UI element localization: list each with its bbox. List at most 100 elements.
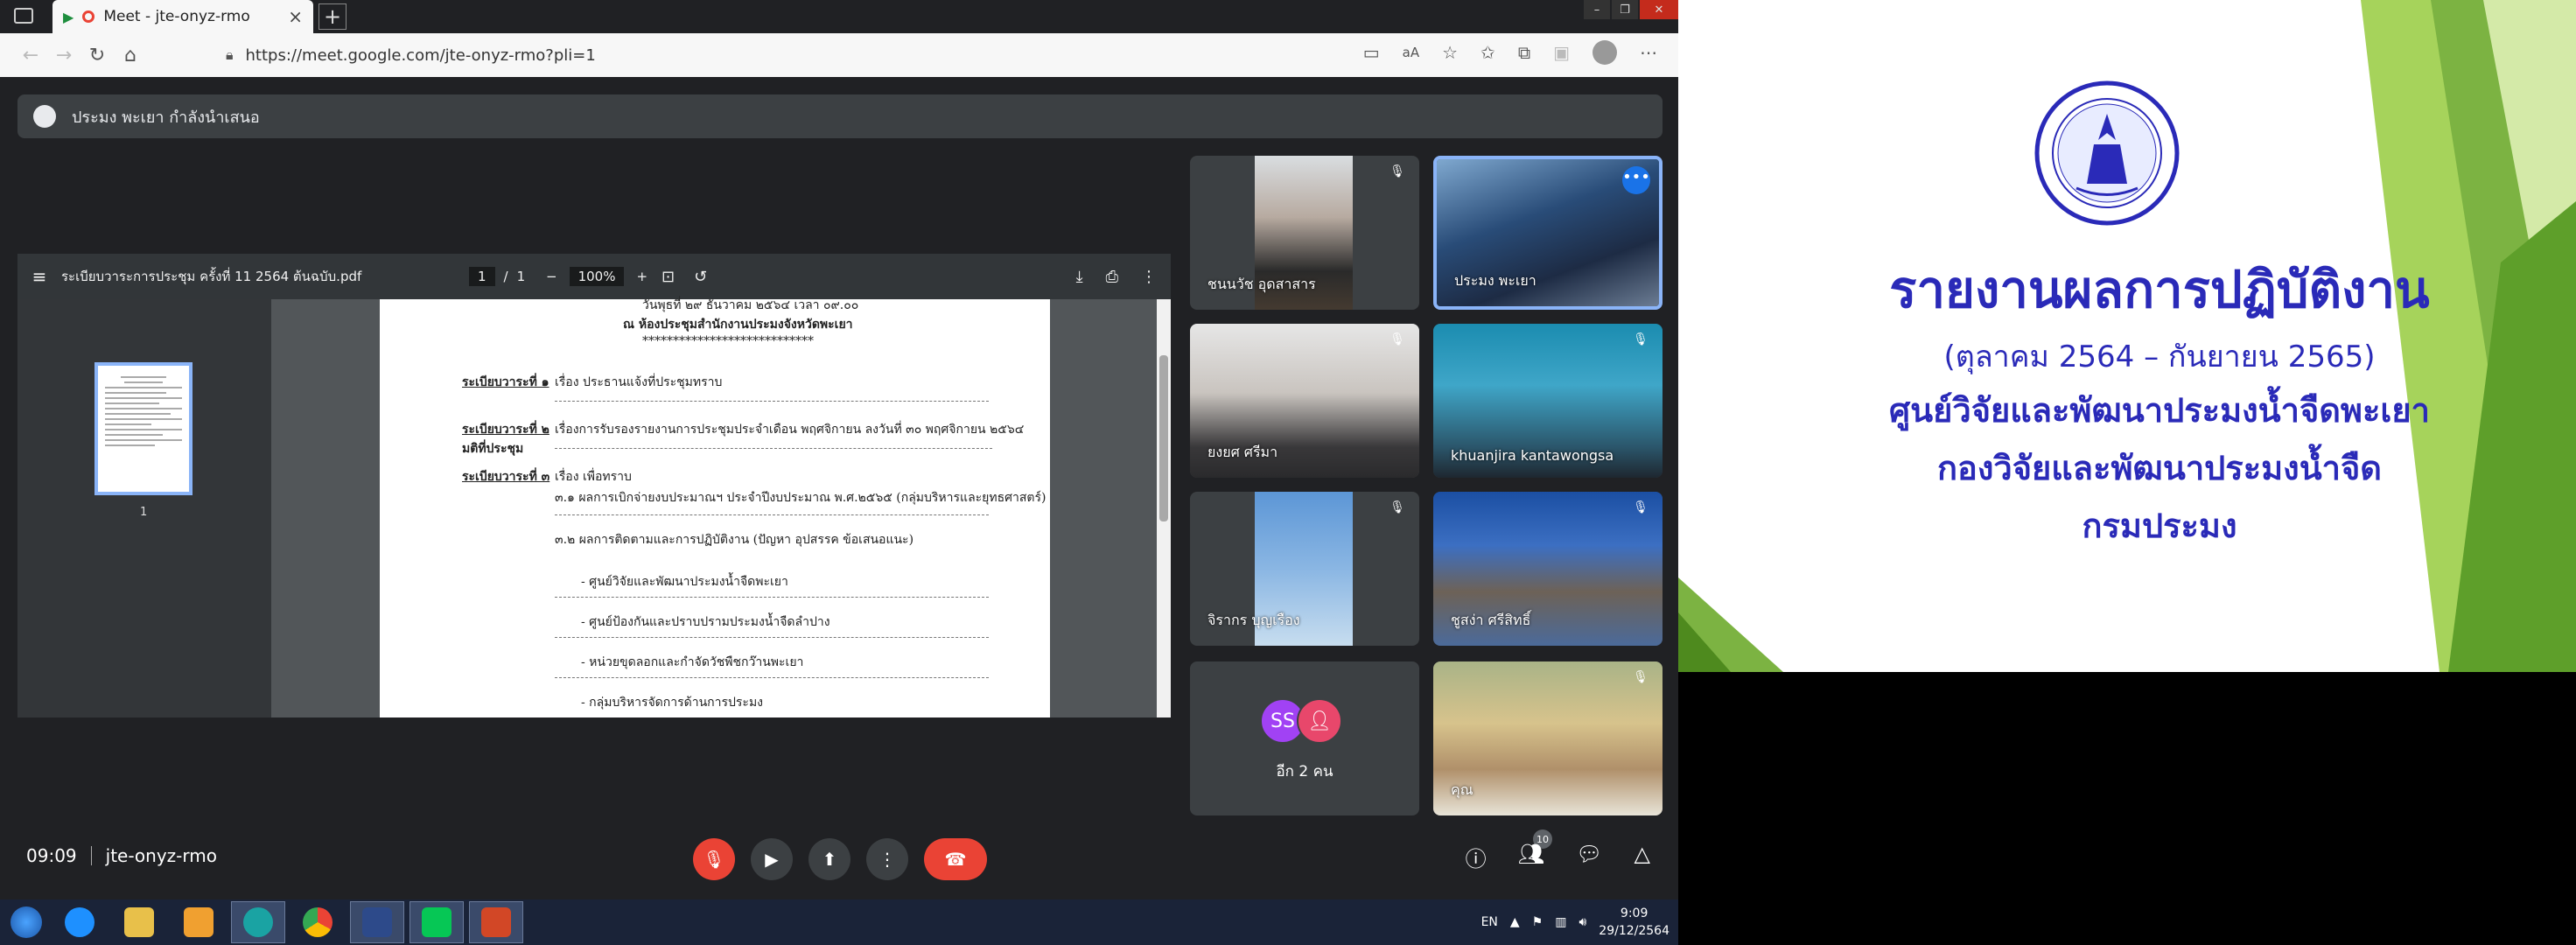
pdf-scrollbar[interactable] [1157,299,1171,718]
media-player-icon[interactable] [172,901,226,943]
doc-line: เรื่อง เพื่อทราบ [555,470,632,484]
line-icon[interactable] [410,901,464,943]
chat-icon[interactable]: 💬︎ [1576,842,1602,872]
volume-icon[interactable]: 🔊︎ [1578,915,1586,929]
tab-title: Meet - jte-onyz-rmo [103,8,250,25]
doc-line: ณ ห้องประชุมสำนักงานประมงจังหวัดพะเยา [623,318,853,332]
network-icon[interactable]: ▥ [1555,915,1566,929]
camera-toggle-button[interactable]: ▶ [751,838,793,880]
slide-org-2: กองวิจัยและพัฒนาประมงน้ำจืด [1937,449,2382,487]
profile-avatar[interactable] [1592,40,1617,65]
participant-tile[interactable]: 🎙︎ ชนนวัช อุดสาสาร [1190,156,1419,310]
scroll-thumb[interactable] [1159,355,1168,522]
browser-tab-strip: ▶ Meet - jte-onyz-rmo × + – ❐ ✕ [0,0,1678,33]
flag-icon[interactable]: ⚑ [1532,915,1544,929]
tray-arrow-icon[interactable]: ▲ [1510,915,1520,929]
page-current[interactable]: 1 [469,267,495,286]
app-w-icon[interactable] [350,901,404,943]
start-button[interactable] [0,900,52,945]
forward-button[interactable]: → [47,45,80,66]
read-aloud-icon[interactable]: aA [1403,45,1419,60]
menu-icon[interactable]: ≡ [18,266,61,287]
edge-icon[interactable] [231,901,285,943]
present-button[interactable]: ⬆ [808,838,850,880]
meeting-code: jte-onyz-rmo [105,845,217,866]
close-window-button[interactable]: ✕ [1640,0,1678,19]
powerpoint-icon[interactable] [469,901,523,943]
meeting-time: 09:09 [26,845,77,866]
others-tile[interactable]: SS 👤︎ อีก 2 คน [1190,662,1419,816]
slide-title: รายงานผลการปฏิบัติงาน [1889,260,2430,319]
page-indicator: 1 / 1 [469,267,525,286]
zoom-in-icon[interactable]: + [636,269,648,284]
participant-name: khuanjira kantawongsa [1451,447,1614,464]
leave-call-button[interactable]: ☎︎ [924,838,987,880]
mic-off-icon: 🎙︎ [1633,332,1648,346]
zoom-out-icon[interactable]: − [546,269,557,284]
camera-icon[interactable]: ▭ [1363,42,1380,63]
doc-line: ระเบียบวาระที่ ๓ [462,470,550,484]
collections-icon[interactable]: ⧉ [1518,42,1530,63]
back-button[interactable]: ← [14,45,47,66]
tile-options-icon[interactable]: ••• [1622,166,1650,194]
doc-line: ระเบียบวาระที่ ๒ [462,423,550,437]
page-thumbnail[interactable] [94,362,192,495]
rotate-icon[interactable]: ↺ [694,268,707,286]
participant-tile[interactable]: 🎙︎ khuanjira kantawongsa [1433,324,1662,478]
home-button[interactable]: ⌂ [114,45,147,66]
maximize-button[interactable]: ❐ [1612,0,1638,19]
info-icon[interactable]: ⓘ [1466,842,1487,872]
lock-icon: 🔒︎ [226,46,234,63]
call-controls: 🎙︎ ▶ ⬆ ⋮ ☎︎ [693,838,987,880]
download-icon[interactable]: ⤓ [1076,268,1083,286]
system-tray: EN ▲ ⚑ ▥ 🔊︎ 9:09 29/12/2564 [1481,900,1670,945]
presenter-text: ประมง พะเยา กำลังนำเสนอ [72,108,260,127]
doc-line: ระเบียบวาระที่ ๑ [462,375,550,389]
new-tab-button[interactable]: + [318,4,346,30]
print-icon[interactable]: ⎙ [1106,268,1118,286]
tab-meet[interactable]: ▶ Meet - jte-onyz-rmo × [52,0,313,33]
more-options-button[interactable]: ⋮ [866,838,908,880]
participant-tile[interactable]: 🎙︎ จิรากร บุญเรือง [1190,492,1419,646]
recording-icon [82,10,95,23]
page-total: 1 [516,269,526,284]
minimize-button[interactable]: – [1584,0,1610,19]
extension-icon[interactable]: ▣ [1553,42,1570,63]
self-tile[interactable]: 🎙︎ คุณ [1433,662,1662,816]
refresh-button[interactable]: ↻ [80,45,114,66]
more-vert-icon[interactable]: ⋮ [1141,268,1157,286]
participant-tile[interactable]: 🎙︎ ชูสง่า ศรีสิทธิ์ [1433,492,1662,646]
language-indicator[interactable]: EN [1481,915,1498,929]
close-tab-icon[interactable]: × [288,6,303,27]
file-explorer-icon[interactable] [112,901,166,943]
chrome-icon[interactable] [290,901,345,943]
pdf-filename: ระเบียบวาระการประชุม ครั้งที่ 11 2564 ต้… [61,269,362,284]
thumbnail-number: 1 [140,506,148,519]
favorites-icon[interactable]: ✩ [1480,42,1495,63]
side-controls: ⓘ 👥︎ 💬︎ △ [1466,842,1650,872]
shared-pdf-viewer: ≡ ระเบียบวาระการประชุม ครั้งที่ 11 2564 … [18,254,1171,718]
participant-name: ชนนวัช อุดสาสาร [1208,276,1316,292]
more-icon[interactable]: ⋯ [1640,42,1657,63]
participant-name: ประมง พะเยา [1454,272,1536,289]
mic-toggle-button[interactable]: 🎙︎ [693,838,735,880]
zoom-control: − 100% + [546,267,648,286]
people-icon[interactable]: 👥︎ [1518,842,1544,872]
doc-line: เรื่อง ประธานแจ้งที่ประชุมทราบ [555,375,723,389]
fit-page-icon[interactable]: ⊡ [662,268,675,286]
tray-clock[interactable]: 9:09 29/12/2564 [1599,905,1670,940]
participant-tile-active[interactable]: ••• ประมง พะเยา [1433,156,1662,310]
window-controls: – ❐ ✕ [1582,0,1678,19]
pdf-actions: ⤓ ⎙ ⋮ [1076,268,1157,286]
fit-controls: ⊡ ↺ [662,268,707,286]
zoom-level[interactable]: 100% [569,267,625,286]
mic-off-icon: 🎙︎ [1633,500,1648,514]
participant-tile[interactable]: 🎙︎ ยงยศ ศรีมา [1190,324,1419,478]
tray-date: 29/12/2564 [1599,924,1670,938]
doc-line: - หน่วยขุดลอกและกำจัดวัชพืชกว๊านพะเยา [581,655,804,669]
url-field[interactable]: 🔒︎ https://meet.google.com/jte-onyz-rmo?… [226,42,1293,68]
tab-actions-icon[interactable] [14,8,33,24]
favorite-star-icon[interactable]: ☆ [1442,42,1458,63]
ie-icon[interactable] [52,901,107,943]
activities-icon[interactable]: △ [1634,842,1650,872]
